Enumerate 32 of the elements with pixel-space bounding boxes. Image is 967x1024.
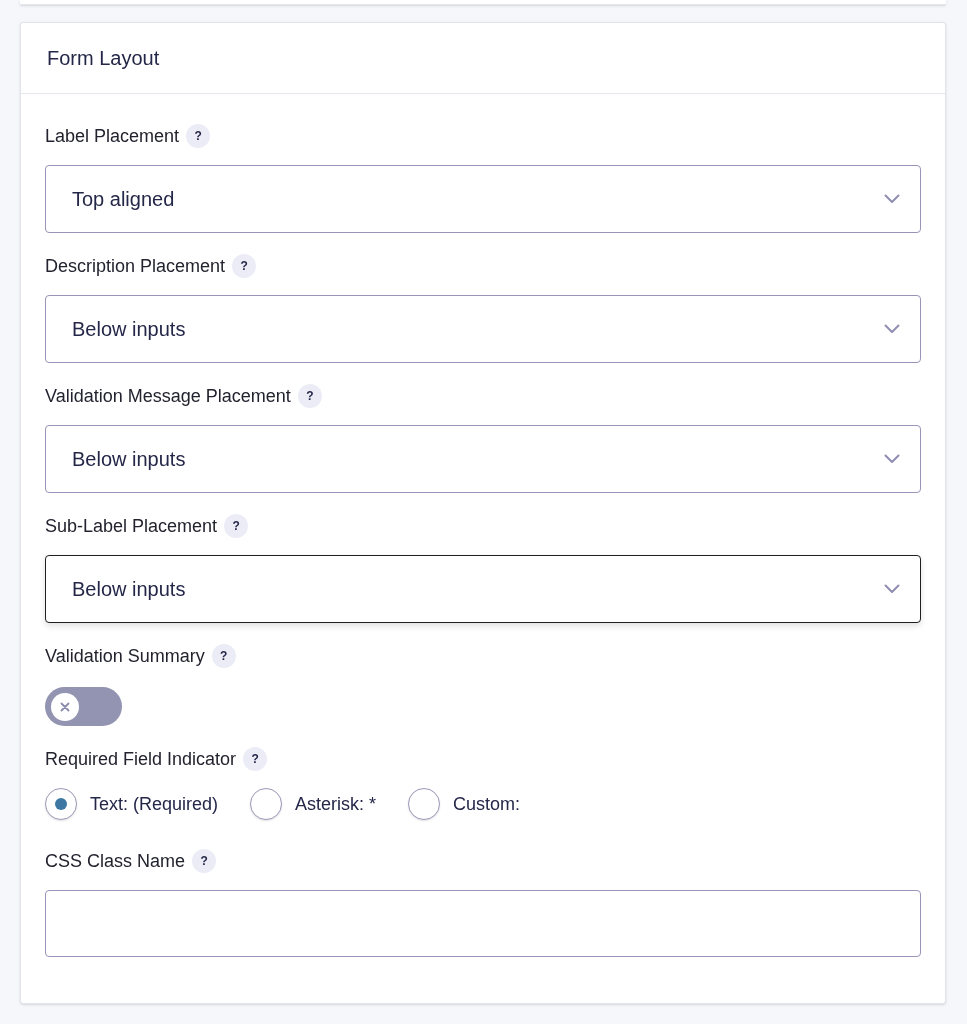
chevron-down-icon xyxy=(884,194,900,204)
toggle-switch[interactable] xyxy=(45,687,122,726)
radio-label[interactable]: Asterisk: * xyxy=(295,790,377,818)
help-button[interactable]: ? xyxy=(192,849,217,873)
text-input[interactable] xyxy=(45,890,921,957)
chevron-down-icon xyxy=(884,584,900,594)
chevron-down-icon xyxy=(884,324,900,334)
dropdown-field[interactable]: Below inputs xyxy=(45,295,921,363)
radio-label[interactable]: Text: (Required) xyxy=(90,790,219,818)
panel-title: Form Layout xyxy=(47,46,160,71)
help-button[interactable]: ? xyxy=(243,747,268,771)
field-label: Sub-Label Placement xyxy=(45,514,218,538)
help-button[interactable]: ? xyxy=(211,644,236,668)
radio-button[interactable] xyxy=(45,788,77,820)
help-button[interactable]: ? xyxy=(224,514,249,538)
field-label: Validation Message Placement xyxy=(45,384,291,408)
dropdown-field[interactable]: Below inputs xyxy=(45,555,921,623)
field-label: Description Placement xyxy=(45,254,226,278)
dropdown-field[interactable]: Below inputs xyxy=(45,425,921,493)
field-label: Validation Summary xyxy=(45,644,205,668)
radio-label[interactable]: Custom: xyxy=(453,790,521,818)
radio-button[interactable] xyxy=(250,788,283,820)
radio-button[interactable] xyxy=(408,788,441,820)
chevron-down-icon xyxy=(884,454,900,464)
x-icon xyxy=(51,692,79,721)
field-label: Label Placement xyxy=(45,124,180,148)
field-label: Required Field Indicator xyxy=(45,747,237,771)
dropdown-field[interactable]: Top aligned xyxy=(45,165,921,233)
help-button[interactable]: ? xyxy=(186,124,211,148)
field-label: CSS Class Name xyxy=(45,849,186,873)
help-button[interactable]: ? xyxy=(232,254,257,278)
help-button[interactable]: ? xyxy=(297,384,322,408)
